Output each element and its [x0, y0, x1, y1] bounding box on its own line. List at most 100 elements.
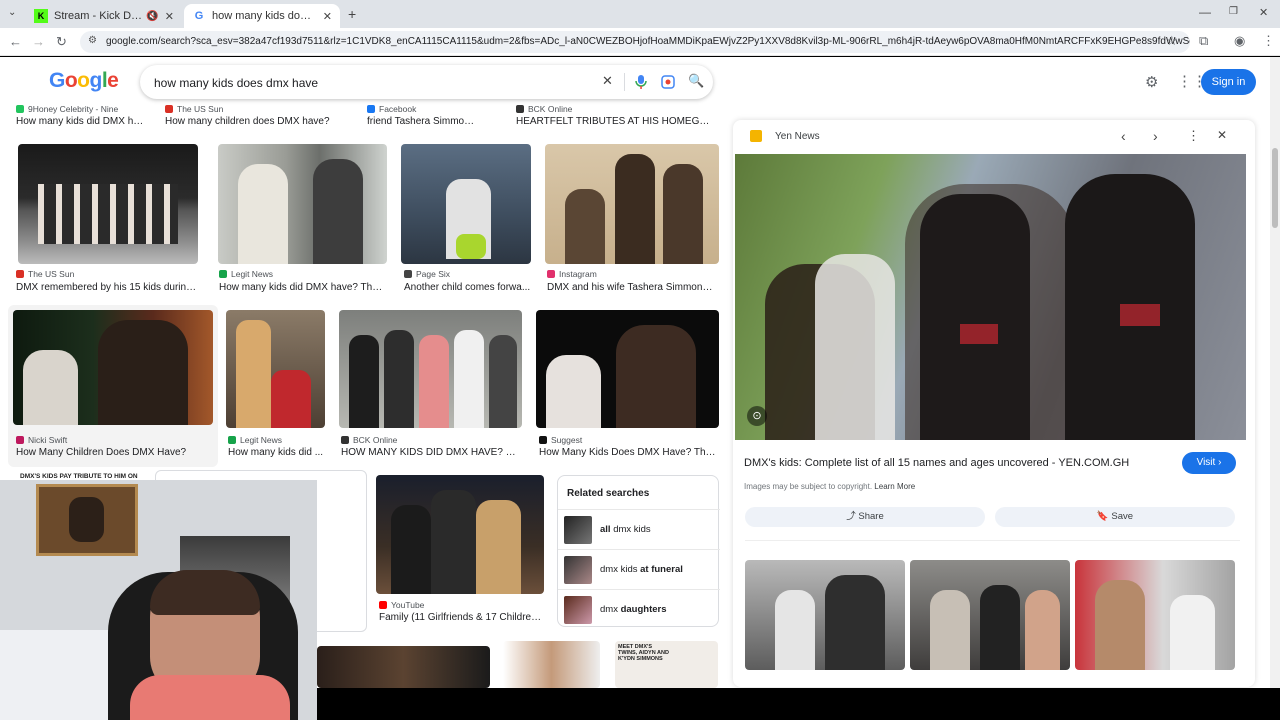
extensions-icon[interactable]: ⧉: [1199, 33, 1208, 49]
result-caption[interactable]: How many children does DMX have?: [165, 116, 335, 127]
source-favicon: [404, 270, 412, 278]
result-image[interactable]: [18, 144, 198, 264]
close-tab-icon[interactable]: ✕: [323, 10, 332, 23]
save-button[interactable]: 🔖 Save: [995, 507, 1235, 527]
result-source[interactable]: Facebook: [367, 104, 416, 114]
lens-search-icon[interactable]: ⊙: [747, 406, 767, 426]
menu-icon[interactable]: ⋮: [1262, 33, 1275, 49]
close-tab-icon[interactable]: ✕: [165, 10, 174, 23]
result-image[interactable]: [536, 310, 719, 428]
result-source[interactable]: Nicki Swift: [16, 435, 67, 445]
restore-icon[interactable]: ❐: [1229, 6, 1238, 17]
result-caption[interactable]: How many kids did DMX ha...: [16, 116, 146, 127]
share-icon: ⤴: [846, 511, 856, 522]
tab-kick-dashboard[interactable]: K Stream - Kick Dashboard 🔇 ✕: [26, 4, 182, 28]
result-image[interactable]: [339, 310, 522, 428]
forward-icon[interactable]: →: [32, 34, 45, 49]
address-bar[interactable]: ⚙ google.com/search?sca_esv=382a47cf193d…: [80, 31, 1190, 53]
result-caption[interactable]: Family (11 Girlfriends & 17 Children...: [379, 612, 544, 623]
settings-gear-icon[interactable]: ⚙: [1145, 73, 1158, 91]
result-source[interactable]: Legit News: [228, 435, 282, 445]
sign-in-button[interactable]: Sign in: [1201, 69, 1256, 95]
result-source[interactable]: Legit News: [219, 269, 273, 279]
result-source[interactable]: Instagram: [547, 269, 597, 279]
viewer-source[interactable]: Yen News: [775, 131, 820, 142]
result-caption[interactable]: How Many Children Does DMX Have?: [16, 447, 211, 458]
profile-icon[interactable]: ◉: [1234, 33, 1245, 49]
bookmark-star-icon[interactable]: ☆: [1166, 33, 1178, 49]
source-favicon: [539, 436, 547, 444]
person-shirt: [130, 675, 290, 720]
related-image[interactable]: [1075, 560, 1235, 670]
result-caption[interactable]: How many kids did DMX have? The ...: [219, 282, 387, 293]
image-viewer-panel: Yen News ‹ › ⋮ ✕ ⊙ DMX's kids: Complete …: [733, 120, 1255, 687]
related-search-item[interactable]: all dmx kids: [558, 509, 720, 549]
result-source[interactable]: YouTube: [379, 600, 424, 610]
kick-icon: K: [34, 9, 48, 23]
related-searches-title: Related searches: [567, 488, 650, 499]
related-bold: at funeral: [640, 564, 683, 575]
learn-more-link[interactable]: Learn More: [874, 482, 915, 491]
result-source[interactable]: The US Sun: [165, 104, 223, 114]
result-image[interactable]: [503, 641, 600, 688]
minimize-icon[interactable]: —: [1199, 5, 1211, 19]
tab-search-icon[interactable]: ⌄: [8, 7, 16, 18]
result-image[interactable]: [376, 475, 544, 594]
twins-text: MEET DMX'S TWINS, AIDYN AND K'YDN SIMMON…: [618, 644, 669, 662]
related-searches-card: Related searches all dmx kids dmx kids a…: [557, 475, 720, 629]
visit-button[interactable]: Visit ›: [1182, 452, 1236, 474]
related-image[interactable]: [910, 560, 1070, 670]
result-source[interactable]: The US Sun: [16, 269, 74, 279]
result-caption[interactable]: How Many Kids Does DMX Have? The ...: [539, 447, 717, 458]
site-info-icon[interactable]: ⚙: [88, 35, 97, 46]
tab-google-search[interactable]: G how many kids does dmx have ✕: [184, 4, 340, 28]
result-image[interactable]: [226, 310, 325, 428]
related-image[interactable]: [745, 560, 905, 670]
result-image[interactable]: [13, 310, 213, 425]
result-source[interactable]: BCK Online: [516, 104, 572, 114]
result-image[interactable]: [545, 144, 719, 264]
result-caption[interactable]: How many kids did ...: [228, 447, 325, 458]
google-logo[interactable]: Google: [49, 69, 119, 93]
search-box[interactable]: how many kids does dmx have ✕ 🔍: [140, 65, 713, 99]
more-options-icon[interactable]: ⋮: [1187, 128, 1200, 144]
next-icon[interactable]: ›: [1153, 128, 1158, 144]
result-source[interactable]: Page Six: [404, 269, 450, 279]
reload-icon[interactable]: ↻: [56, 34, 67, 50]
wall-painting: [36, 484, 138, 556]
result-source[interactable]: Suggest: [539, 435, 582, 445]
viewer-main-image[interactable]: ⊙: [735, 154, 1246, 440]
result-image[interactable]: [401, 144, 531, 264]
search-input[interactable]: how many kids does dmx have: [154, 76, 318, 90]
result-image[interactable]: [218, 144, 387, 264]
youtube-icon: [379, 601, 387, 609]
result-caption[interactable]: HEARTFELT TRIBUTES AT HIS HOMEGOI...: [516, 116, 711, 127]
clear-icon[interactable]: ✕: [602, 73, 613, 89]
google-header: Google how many kids does dmx have ✕ 🔍 ⚙…: [0, 57, 1270, 107]
related-search-item[interactable]: dmx kids at funeral: [558, 549, 720, 589]
result-image[interactable]: [317, 646, 490, 688]
prev-icon[interactable]: ‹: [1121, 128, 1126, 144]
result-image[interactable]: MEET DMX'S TWINS, AIDYN AND K'YDN SIMMON…: [615, 641, 718, 688]
share-button[interactable]: ⤴ Share: [745, 507, 985, 527]
result-caption[interactable]: DMX and his wife Tashera Simmons ...: [547, 282, 717, 293]
scrollbar-thumb[interactable]: [1272, 148, 1278, 228]
result-source[interactable]: BCK Online: [341, 435, 397, 445]
close-window-icon[interactable]: ✕: [1259, 6, 1268, 19]
result-caption[interactable]: friend Tashera Simmons...: [367, 116, 477, 127]
close-viewer-icon[interactable]: ✕: [1217, 128, 1227, 142]
result-caption[interactable]: Another child comes forwa...: [404, 282, 532, 293]
mute-icon[interactable]: 🔇: [146, 11, 158, 22]
back-icon[interactable]: ←: [9, 34, 22, 49]
search-icon[interactable]: 🔍: [688, 73, 704, 89]
viewer-title[interactable]: DMX's kids: Complete list of all 15 name…: [744, 457, 1174, 469]
result-caption[interactable]: HOW MANY KIDS DID DMX HAVE? N...: [341, 447, 521, 458]
new-tab-icon[interactable]: +: [348, 6, 356, 22]
voice-search-icon[interactable]: [635, 75, 647, 89]
tribute-text: DMX'S KIDS PAY TRIBUTE TO HIM ON: [20, 473, 138, 480]
lens-icon[interactable]: [661, 75, 675, 89]
tab-title: how many kids does dmx have: [212, 10, 317, 22]
related-search-item[interactable]: dmx daughters: [558, 589, 720, 629]
result-source[interactable]: 9Honey Celebrity - Nine: [16, 104, 118, 114]
result-caption[interactable]: DMX remembered by his 15 kids during ...: [16, 282, 198, 293]
